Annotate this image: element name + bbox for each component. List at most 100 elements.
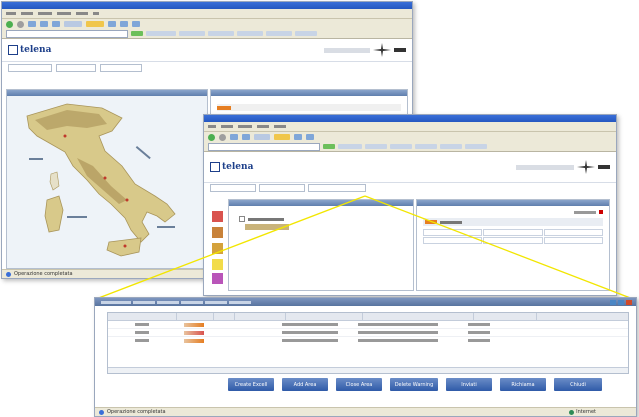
city-dot <box>63 134 67 138</box>
history-icon[interactable] <box>108 21 116 27</box>
map-area[interactable] <box>7 96 207 268</box>
address-input[interactable] <box>6 29 128 38</box>
menu-favorites[interactable] <box>257 125 269 128</box>
astra-logo <box>516 160 610 174</box>
table-header <box>108 313 628 321</box>
menu-edit[interactable] <box>21 12 33 15</box>
menu-help[interactable] <box>93 12 99 15</box>
minimize-icon[interactable] <box>610 299 616 305</box>
details-row[interactable] <box>423 218 603 226</box>
app-logo: telena <box>8 45 51 55</box>
inviati-button[interactable]: Inviati <box>446 378 492 391</box>
back-icon[interactable] <box>208 133 215 141</box>
results-table <box>107 312 629 374</box>
menu-file[interactable] <box>6 12 16 15</box>
menu-view[interactable] <box>238 125 252 128</box>
city-dot <box>125 198 129 202</box>
links-item[interactable] <box>179 31 205 36</box>
links-item[interactable] <box>390 144 412 149</box>
astra-caption <box>516 164 574 170</box>
go-button[interactable] <box>323 144 335 149</box>
filter-select[interactable] <box>100 63 142 72</box>
links-item[interactable] <box>266 31 292 36</box>
filter-select[interactable] <box>308 184 366 192</box>
stop-icon[interactable] <box>28 21 36 27</box>
links-item[interactable] <box>338 144 362 149</box>
refresh-icon[interactable] <box>40 21 48 27</box>
zone-text: Internet <box>576 409 596 415</box>
menu-tools[interactable] <box>76 12 88 15</box>
filter-select[interactable] <box>259 184 305 192</box>
links-item[interactable] <box>237 31 263 36</box>
links-item[interactable] <box>415 144 437 149</box>
forward-icon[interactable] <box>17 20 24 28</box>
links-item[interactable] <box>208 31 234 36</box>
create-excel-button[interactable]: Create Excell <box>228 378 274 391</box>
app-header: telena <box>2 39 412 62</box>
category-square[interactable] <box>212 211 223 222</box>
filter-row <box>204 183 616 193</box>
search-icon[interactable] <box>254 134 270 140</box>
mail-icon[interactable] <box>306 134 314 140</box>
menu-tools[interactable] <box>274 125 286 128</box>
table-row[interactable] <box>108 321 628 329</box>
maximize-icon[interactable] <box>618 299 624 305</box>
category-square[interactable] <box>212 259 223 270</box>
table-row[interactable] <box>108 337 628 344</box>
back-icon[interactable] <box>6 20 13 28</box>
horizontal-scrollbar[interactable] <box>108 367 628 373</box>
category-square[interactable] <box>212 243 223 254</box>
home-icon[interactable] <box>52 21 60 27</box>
alarm-row[interactable] <box>217 104 401 111</box>
chiudi-button[interactable]: Chiudi <box>554 378 602 391</box>
close-icon[interactable] <box>599 210 603 214</box>
add-area-button[interactable]: Add Area <box>282 378 328 391</box>
links-item[interactable] <box>295 31 317 36</box>
table-row[interactable] <box>108 329 628 337</box>
favorites-icon[interactable] <box>274 134 290 140</box>
forward-icon[interactable] <box>219 133 226 141</box>
refresh-icon[interactable] <box>242 134 250 140</box>
links-item[interactable] <box>465 144 487 149</box>
address-input[interactable] <box>208 142 320 151</box>
print-icon[interactable] <box>132 21 140 27</box>
grid-cell <box>483 237 543 244</box>
grid-cell <box>543 237 603 244</box>
details-grid <box>423 229 603 244</box>
status-bar: Operazione completata Internet <box>95 407 636 416</box>
menu-file[interactable] <box>208 125 216 128</box>
status-badge <box>184 330 204 335</box>
expand-icon[interactable] <box>239 216 245 222</box>
go-button[interactable] <box>131 31 143 36</box>
richiama-button[interactable]: Richiama <box>500 378 546 391</box>
app-header: telena <box>204 152 616 183</box>
toolbar <box>2 19 412 29</box>
menu-bar <box>204 122 616 132</box>
italy-map[interactable] <box>7 96 205 266</box>
tree-node[interactable] <box>239 216 413 222</box>
links-item[interactable] <box>146 31 176 36</box>
tree-node-selected[interactable] <box>245 224 289 230</box>
close-icon[interactable] <box>626 299 632 305</box>
filter-select[interactable] <box>210 184 256 192</box>
category-square[interactable] <box>212 227 223 238</box>
globe-icon <box>569 409 575 415</box>
favorites-icon[interactable] <box>86 21 104 27</box>
close-area-button[interactable]: Close Area <box>336 378 382 391</box>
search-icon[interactable] <box>64 21 82 27</box>
filter-select[interactable] <box>56 63 96 72</box>
tree-panel <box>228 199 414 291</box>
links-item[interactable] <box>440 144 462 149</box>
filter-select[interactable] <box>8 63 52 72</box>
menu-edit[interactable] <box>221 125 233 128</box>
links-item[interactable] <box>365 144 387 149</box>
category-square[interactable] <box>212 273 223 284</box>
stop-icon[interactable] <box>230 134 238 140</box>
address-bar <box>204 142 616 152</box>
menu-view[interactable] <box>38 12 52 15</box>
delete-warning-button[interactable]: Delete Warning <box>390 378 438 391</box>
mail-icon[interactable] <box>120 21 128 27</box>
history-icon[interactable] <box>294 134 302 140</box>
menu-favorites[interactable] <box>57 12 71 15</box>
city-dot <box>123 244 127 248</box>
